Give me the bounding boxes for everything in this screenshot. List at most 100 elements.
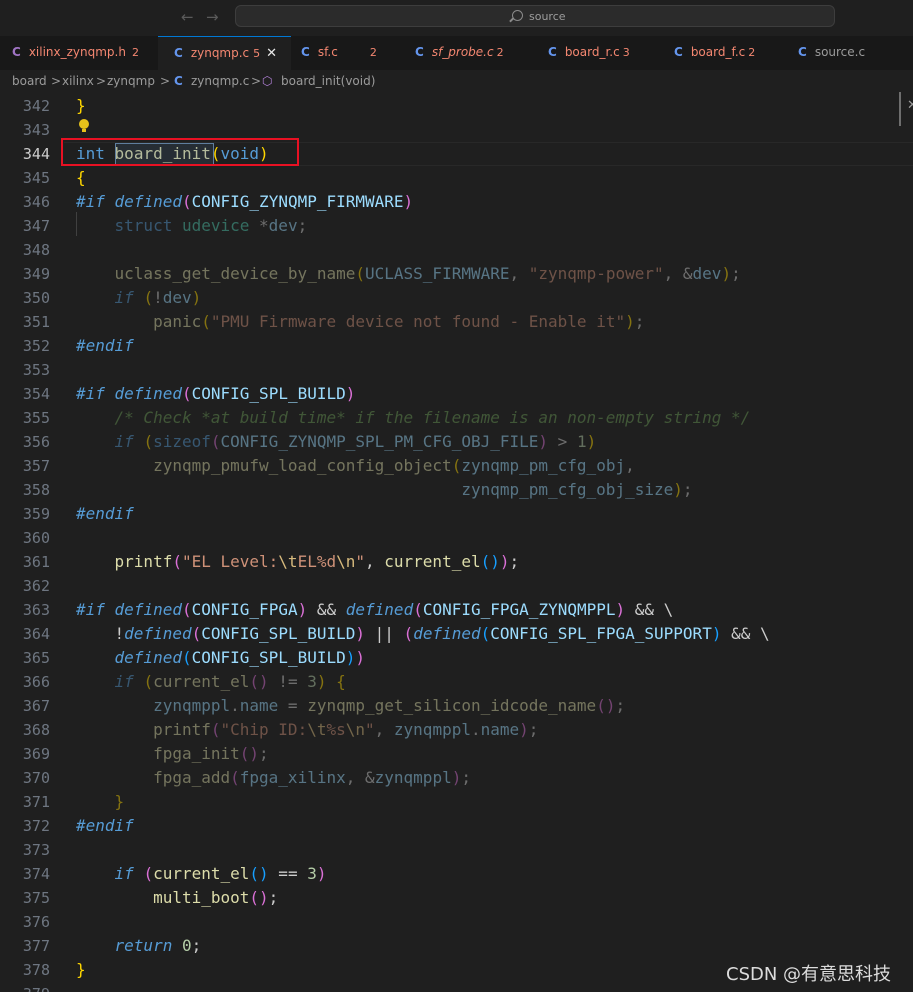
line-number: 348: [22, 241, 50, 259]
code-text: if (sizeof(CONFIG_ZYNQMP_SPL_PM_CFG_OBJ_…: [114, 432, 597, 451]
code-text: fpga_init();: [153, 744, 269, 763]
line-number: 379: [0, 982, 50, 992]
code-line: 342 }: [0, 94, 913, 118]
tab-label: xilinx_zynqmp.h: [28, 45, 126, 59]
line-number: 358: [22, 481, 50, 499]
tab-board-f-c[interactable]: Cboard_f.c 2: [674, 36, 798, 70]
code-line: 349 uclass_get_device_by_name(UCLASS_FIR…: [0, 262, 913, 286]
code-line: 367 zynqmppl.name = zynqmp_get_silicon_i…: [0, 694, 913, 718]
line-number: 372: [22, 817, 50, 835]
breadcrumb: board > xilinx > zynqmp > C zynqmp.c > ⬡…: [0, 70, 913, 92]
code-text: if (current_el() == 3): [114, 864, 327, 883]
c-file-icon: C: [174, 74, 183, 88]
breadcrumb-separator: >: [51, 74, 62, 88]
problem-count: 2: [131, 46, 139, 59]
code-line: 346 #if defined(CONFIG_ZYNQMP_FIRMWARE): [0, 190, 913, 214]
tab-label: board_r.c: [564, 45, 620, 59]
line-number: 356: [22, 433, 50, 451]
tab-sf-c[interactable]: Csf.c 2: [291, 36, 415, 70]
breadcrumb-item-symbol[interactable]: board_init(void): [281, 74, 375, 88]
code-line: 368 printf("Chip ID:\t%s\n", zynqmppl.na…: [0, 718, 913, 742]
breadcrumb-item-file[interactable]: zynqmp.c: [191, 74, 249, 88]
forward-arrow-icon[interactable]: →: [206, 8, 219, 26]
line-number: 349: [22, 265, 50, 283]
line-number: 365: [22, 649, 50, 667]
code-line: 365 defined(CONFIG_SPL_BUILD)): [0, 646, 913, 670]
breadcrumb-item-board[interactable]: board: [12, 74, 47, 88]
line-number: 370: [22, 769, 50, 787]
line-number: 352: [22, 337, 50, 355]
problem-count: 5: [253, 47, 261, 60]
breadcrumb-item-xilinx[interactable]: xilinx: [62, 74, 94, 88]
watermark: CSDN @有意思科技: [726, 964, 892, 985]
back-arrow-icon[interactable]: ←: [181, 8, 194, 26]
code-line: 370 fpga_add(fpga_xilinx, &zynqmppl);: [0, 766, 913, 790]
code-text: #endif: [76, 816, 134, 835]
code-line: 354 #if defined(CONFIG_SPL_BUILD): [0, 382, 913, 406]
c-file-icon: C: [174, 46, 183, 60]
code-text: #if defined(CONFIG_SPL_BUILD): [76, 384, 356, 403]
line-number: 351: [22, 313, 50, 331]
line-number: 342: [22, 97, 50, 115]
code-line: 356 if (sizeof(CONFIG_ZYNQMP_SPL_PM_CFG_…: [0, 430, 913, 454]
c-file-icon: C: [548, 45, 557, 59]
line-number: 357: [22, 457, 50, 475]
code-line: 372 #endif: [0, 814, 913, 838]
tab-label: sf.c: [317, 45, 338, 59]
code-line: 347 struct udevice *dev;: [0, 214, 913, 238]
tab-xilinx-zynqmp-h[interactable]: Cxilinx_zynqmp.h 2: [0, 36, 158, 70]
c-file-icon: C: [674, 45, 683, 59]
line-number: 361: [22, 553, 50, 571]
tab-zynqmp-c[interactable]: Czynqmp.c 5 ✕: [158, 36, 291, 70]
c-file-icon: C: [415, 45, 424, 59]
code-text: {: [76, 168, 86, 187]
code-line: 359 #endif: [0, 502, 913, 526]
breadcrumb-item-zynqmp[interactable]: zynqmp: [107, 74, 155, 88]
code-line: 355 /* Check *at build time* if the file…: [0, 406, 913, 430]
code-line: 360: [0, 526, 913, 550]
scrollbar-indicator[interactable]: [899, 92, 901, 126]
code-text: #if defined(CONFIG_FPGA) && defined(CONF…: [76, 600, 674, 619]
code-text: fpga_add(fpga_xilinx, &zynqmppl);: [153, 768, 471, 787]
code-line: 348: [0, 238, 913, 262]
code-line: 369 fpga_init();: [0, 742, 913, 766]
close-icon[interactable]: ✕: [266, 46, 277, 61]
code-text: }: [114, 792, 125, 811]
line-number: 350: [22, 289, 50, 307]
tab-label: source.c: [814, 45, 866, 59]
code-line: 362: [0, 574, 913, 598]
code-line: 366 if (current_el() != 3) {: [0, 670, 913, 694]
problem-count: 3: [622, 46, 630, 59]
lightbulb-icon[interactable]: [79, 119, 89, 132]
code-line: 352 #endif: [0, 334, 913, 358]
tab-sf-probe-c[interactable]: Csf_probe.c 2: [415, 36, 548, 70]
command-center-search[interactable]: source: [235, 5, 835, 27]
code-text: struct udevice *dev;: [114, 216, 308, 235]
code-line: 353: [0, 358, 913, 382]
code-text: !defined(CONFIG_SPL_BUILD) || (defined(C…: [76, 624, 770, 643]
problem-count: 2: [748, 46, 756, 59]
line-number: 373: [22, 841, 50, 859]
line-number: 378: [22, 961, 50, 979]
line-number: 374: [22, 865, 50, 883]
line-number: 353: [22, 361, 50, 379]
tab-label: board_f.c: [690, 45, 746, 59]
c-file-icon: C: [301, 45, 310, 59]
title-bar: ← → source: [0, 0, 913, 36]
annotation-highlight-box: [61, 138, 299, 166]
close-icon[interactable]: ✕: [907, 98, 913, 113]
code-line: 363 #if defined(CONFIG_FPGA) && defined(…: [0, 598, 913, 622]
code-editor[interactable]: 342 } 343 344 int board_init(void) 345 {…: [0, 92, 913, 992]
tab-board-r-c[interactable]: Cboard_r.c 3: [548, 36, 674, 70]
line-number: 364: [22, 625, 50, 643]
search-text: source: [529, 10, 566, 23]
code-text: panic("PMU Firmware device not found - E…: [153, 312, 645, 331]
line-number: 376: [22, 913, 50, 931]
search-icon: [512, 10, 523, 21]
tab-source-c[interactable]: Csource.c: [798, 36, 913, 70]
editor-tabs: Cxilinx_zynqmp.h 2 Czynqmp.c 5 ✕ Csf.c 2 Csf…: [0, 36, 913, 70]
code-text: zynqmppl.name = zynqmp_get_silicon_idcod…: [153, 696, 626, 715]
code-line: 374 if (current_el() == 3): [0, 862, 913, 886]
code-line: 377 return 0;: [0, 934, 913, 958]
line-number: 344: [22, 145, 50, 163]
